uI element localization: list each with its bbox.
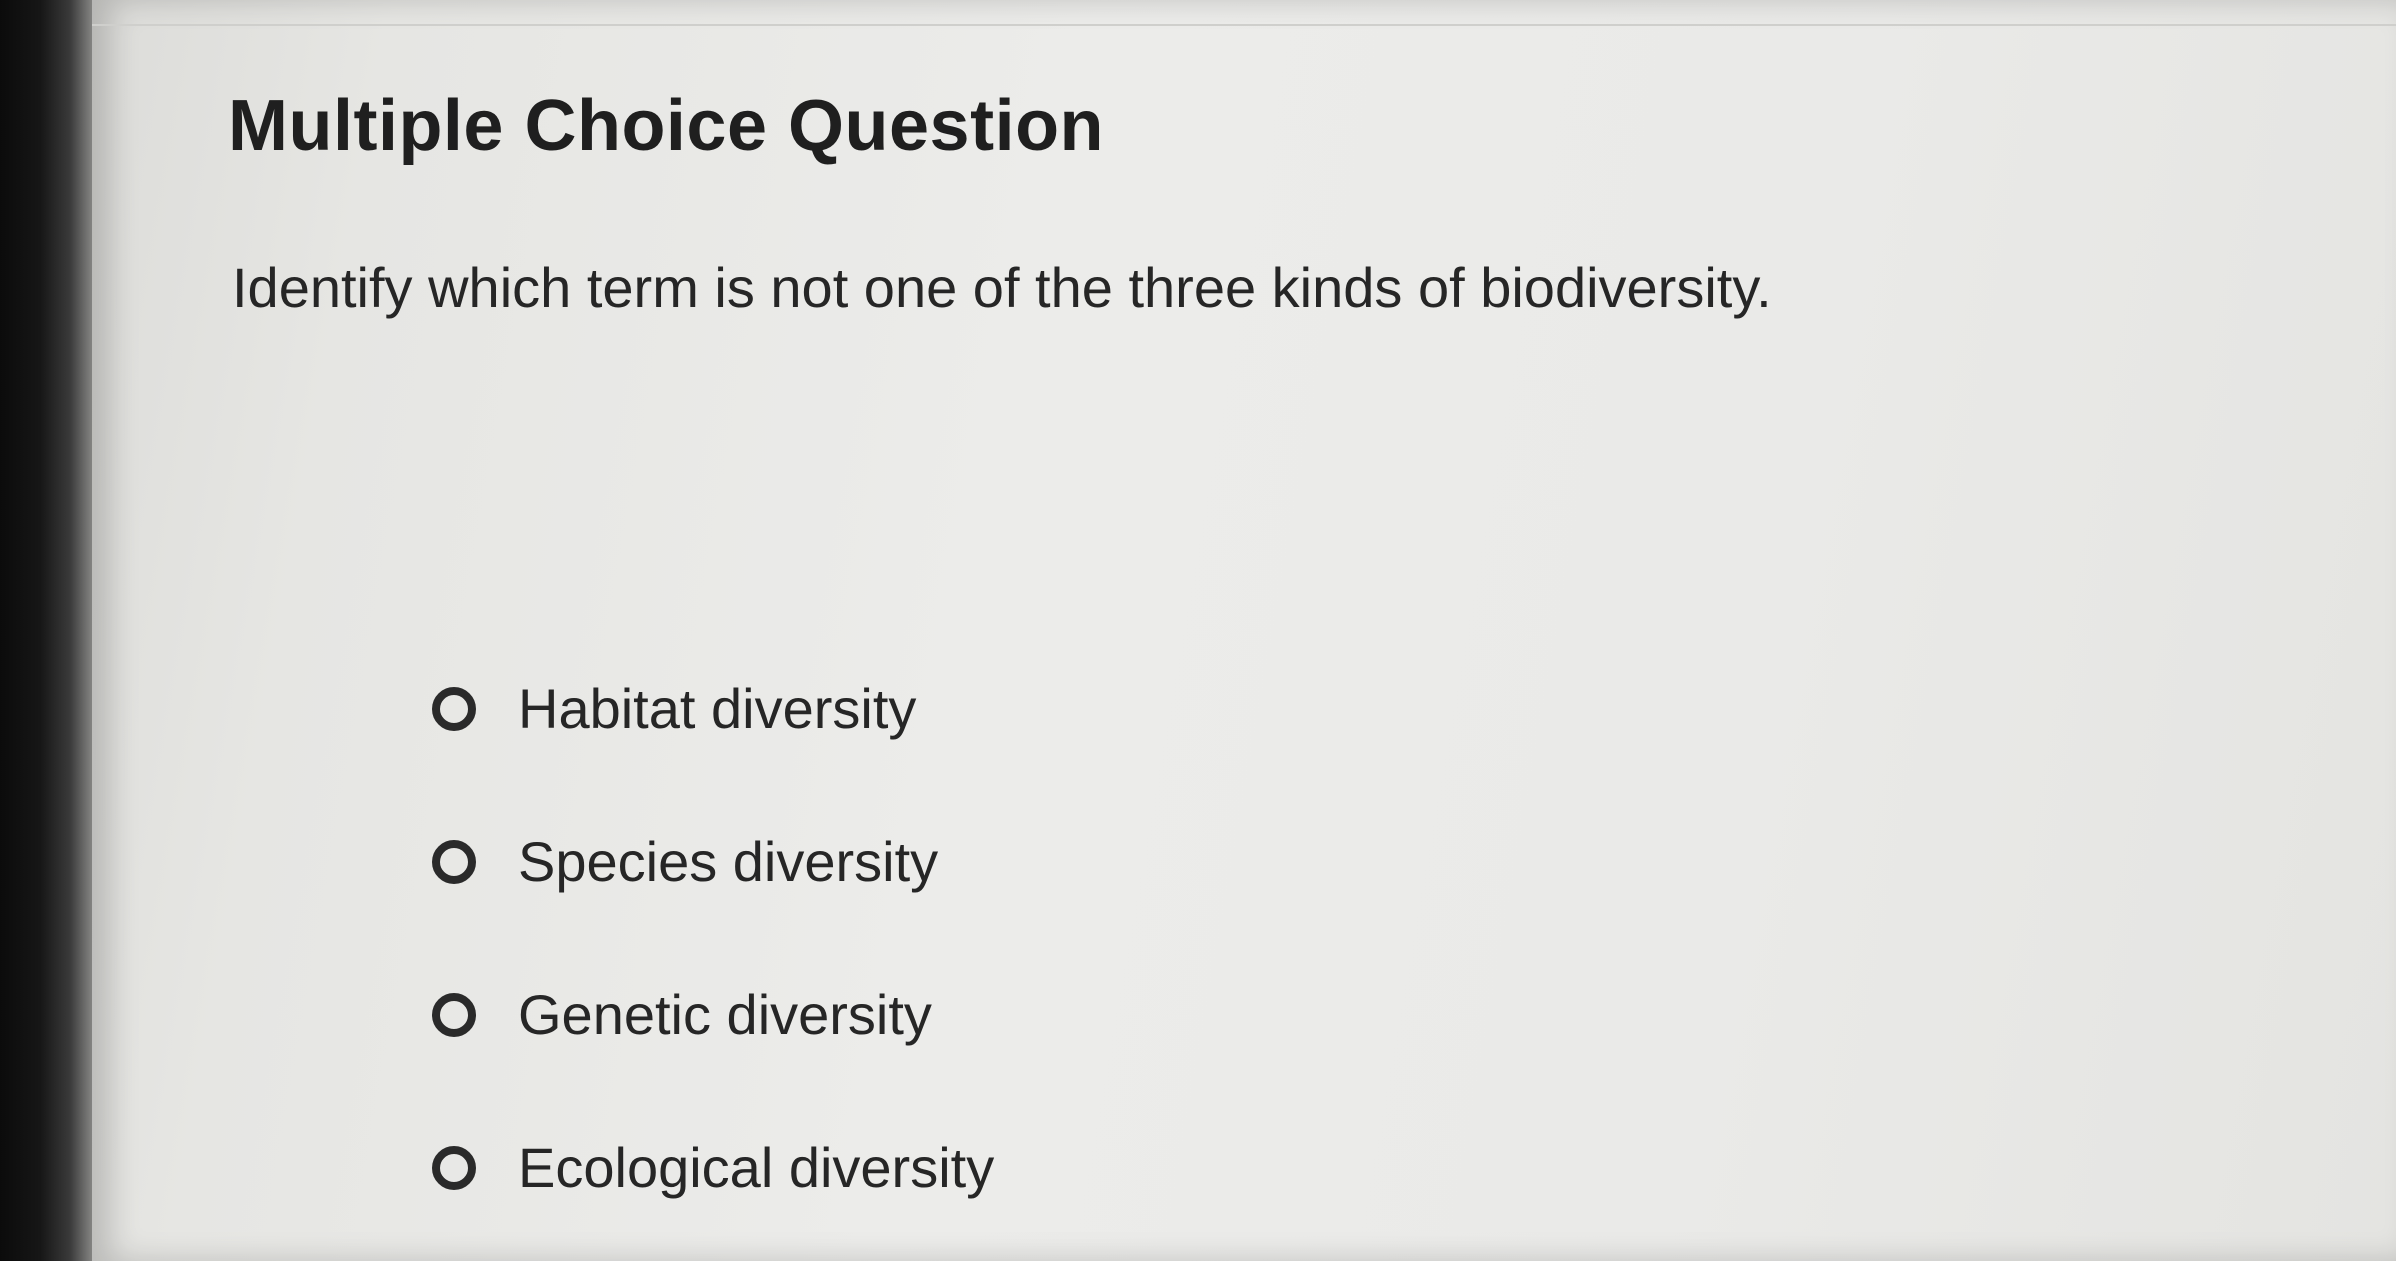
radio-button-icon[interactable] xyxy=(432,839,476,884)
answer-options: Habitat diversity Species diversity Gene… xyxy=(432,632,994,1244)
option-label[interactable]: Species diversity xyxy=(518,829,938,894)
option-label[interactable]: Habitat diversity xyxy=(518,676,916,741)
top-divider xyxy=(92,24,2396,26)
option-ecological-diversity[interactable]: Ecological diversity xyxy=(432,1091,994,1244)
question-prompt: Identify which term is not one of the th… xyxy=(232,256,1772,319)
option-label[interactable]: Ecological diversity xyxy=(518,1135,994,1200)
option-label[interactable]: Genetic diversity xyxy=(518,982,932,1047)
option-species-diversity[interactable]: Species diversity xyxy=(432,785,994,938)
radio-button-icon[interactable] xyxy=(432,992,476,1037)
option-habitat-diversity[interactable]: Habitat diversity xyxy=(432,632,994,785)
screen: Multiple Choice Question Identify which … xyxy=(92,0,2396,1261)
radio-button-icon[interactable] xyxy=(432,686,476,731)
page-title: Multiple Choice Question xyxy=(228,86,1105,166)
radio-button-icon[interactable] xyxy=(432,1145,476,1190)
option-genetic-diversity[interactable]: Genetic diversity xyxy=(432,938,994,1091)
